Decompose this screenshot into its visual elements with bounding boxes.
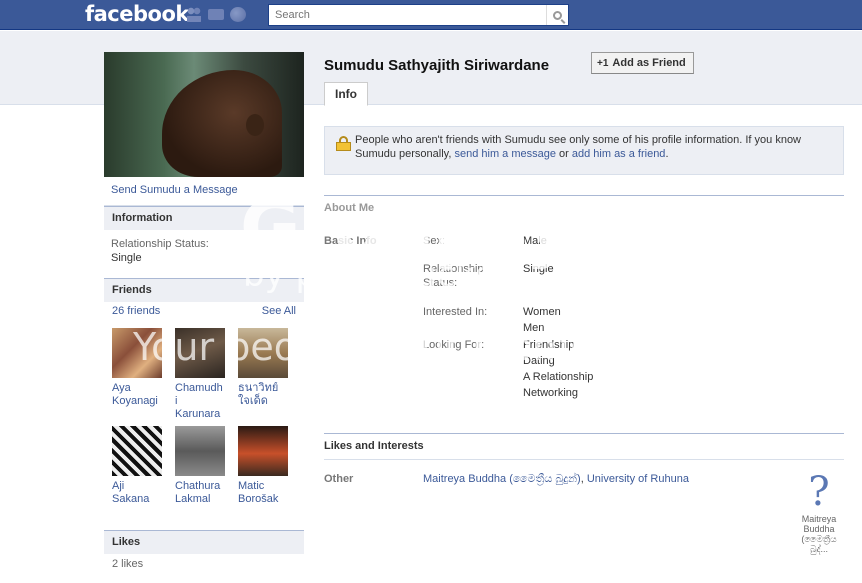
facebook-logo[interactable]: facebook bbox=[85, 2, 189, 26]
sex-value: Male bbox=[523, 235, 547, 247]
lock-icon bbox=[336, 136, 351, 151]
looking-for-value: A Relationship bbox=[523, 371, 594, 383]
sex-label: Sex: bbox=[423, 235, 446, 247]
friend-name[interactable]: Chamudhi Karunara thna bbox=[175, 382, 225, 422]
see-all-link[interactable]: See All bbox=[262, 305, 296, 317]
top-icons bbox=[186, 7, 246, 22]
friend-photo[interactable] bbox=[112, 426, 162, 476]
messages-icon[interactable] bbox=[208, 9, 224, 20]
profile-photo-subject bbox=[162, 70, 282, 177]
notice-end: . bbox=[665, 148, 669, 160]
information-box: Relationship Status: Single bbox=[104, 230, 304, 278]
friend-item: ธนาวิทย์ ใจเด็ด bbox=[238, 328, 288, 422]
add-friend-label: Add as Friend bbox=[612, 57, 686, 69]
looking-for-value: Networking bbox=[523, 387, 579, 399]
search-input[interactable] bbox=[269, 5, 539, 25]
likes-header: Likes bbox=[104, 530, 304, 554]
friend-name[interactable]: ธนาวิทย์ ใจเด็ด bbox=[238, 382, 288, 422]
looking-for-value: Dating bbox=[523, 355, 555, 367]
top-navigation-bar: facebook bbox=[0, 0, 862, 30]
profile-picture[interactable] bbox=[104, 52, 304, 177]
friend-photo[interactable] bbox=[238, 426, 288, 476]
like-thumbnail[interactable]: ? Maitreya Buddha (මෛත්‍රීය බුද්... bbox=[797, 470, 841, 554]
friend-item: Aya Koyanagi bbox=[112, 328, 162, 422]
question-mark-icon: ? bbox=[808, 469, 830, 515]
friend-item: Aji Sakana bbox=[112, 426, 162, 520]
relationship-status-value: Single bbox=[523, 263, 554, 275]
maitreya-buddha-link[interactable]: Maitreya Buddha (මෛත්‍රීය බුදුන්) bbox=[423, 473, 581, 485]
friend-name[interactable]: Aya Koyanagi bbox=[112, 382, 162, 422]
relationship-status-label: Relationship Status: bbox=[423, 263, 484, 289]
other-likes: Maitreya Buddha (මෛත්‍රීය බුදුන්), Unive… bbox=[423, 473, 689, 486]
notifications-globe-icon[interactable] bbox=[230, 7, 246, 22]
university-of-ruhuna-link[interactable]: University of Ruhuna bbox=[587, 473, 689, 485]
like-thumbnail-caption: Maitreya Buddha (මෛත්‍රීය බුද්... bbox=[801, 514, 837, 554]
friend-photo[interactable] bbox=[112, 328, 162, 378]
friend-item: Chamudhi Karunara thna bbox=[175, 328, 225, 422]
likes-count[interactable]: 2 likes bbox=[104, 554, 304, 574]
friends-header: Friends bbox=[104, 278, 304, 302]
looking-for-values: Friendship Dating A Relationship Network… bbox=[523, 337, 593, 401]
profile-name: Sumudu Sathyajith Siriwardane bbox=[324, 57, 550, 74]
basic-info-label: Basic Info bbox=[324, 235, 377, 247]
friend-name[interactable]: Chathura Lakmal bbox=[175, 480, 225, 520]
friend-item: Chathura Lakmal bbox=[175, 426, 225, 520]
friend-requests-icon[interactable] bbox=[186, 7, 202, 22]
profile-photo-detail bbox=[246, 114, 264, 136]
likes-interests-section: Likes and Interests bbox=[324, 433, 844, 458]
friend-name[interactable]: Matic Borošak bbox=[238, 480, 288, 520]
add-friend-icon: +1 bbox=[597, 57, 609, 69]
watermark-line2: Your space. bbox=[305, 372, 522, 416]
friends-count-link[interactable]: 26 friends bbox=[112, 305, 160, 317]
interested-in-value: Men bbox=[523, 322, 545, 334]
information-header: Information bbox=[104, 206, 304, 230]
privacy-notice: People who aren't friends with Sumudu se… bbox=[324, 126, 844, 175]
notice-or: or bbox=[559, 148, 569, 160]
looking-for-label: Looking For: bbox=[423, 339, 485, 351]
send-message-link[interactable]: Send Sumudu a Message bbox=[104, 177, 304, 206]
about-section: About Me bbox=[324, 195, 844, 220]
add-friend-inline-link[interactable]: add him as a friend bbox=[572, 148, 666, 160]
looking-for-value: Friendship bbox=[523, 339, 575, 351]
friends-count-row: 26 friends See All bbox=[104, 302, 304, 323]
interested-in-label: Interested In: bbox=[423, 306, 488, 318]
friend-item: Matic Borošak bbox=[238, 426, 288, 520]
left-column: Send Sumudu a Message Information Relati… bbox=[104, 52, 304, 583]
about-header: About Me bbox=[324, 195, 844, 220]
tab-info[interactable]: Info bbox=[324, 82, 368, 106]
interested-in-value: Women bbox=[523, 306, 561, 318]
search-box bbox=[268, 4, 569, 26]
send-message-inline-link[interactable]: send him a message bbox=[454, 148, 556, 160]
search-button[interactable] bbox=[546, 5, 568, 25]
likes-interests-header: Likes and Interests bbox=[324, 433, 844, 458]
friends-grid: Aya Koyanagi Chamudhi Karunara thna ธนาว… bbox=[104, 323, 304, 528]
other-label: Other bbox=[324, 473, 354, 485]
interested-in-values: Women Men bbox=[523, 304, 561, 336]
friend-name[interactable]: Aji Sakana bbox=[112, 480, 162, 520]
search-icon bbox=[553, 10, 562, 20]
relationship-value: Single bbox=[111, 252, 142, 264]
likes-divider bbox=[324, 459, 844, 460]
relationship-label: Relationship Status: bbox=[111, 238, 209, 250]
add-as-friend-button[interactable]: +1 Add as Friend bbox=[591, 52, 694, 74]
friend-photo[interactable] bbox=[175, 426, 225, 476]
friend-photo[interactable] bbox=[175, 328, 225, 378]
friend-photo[interactable] bbox=[238, 328, 288, 378]
